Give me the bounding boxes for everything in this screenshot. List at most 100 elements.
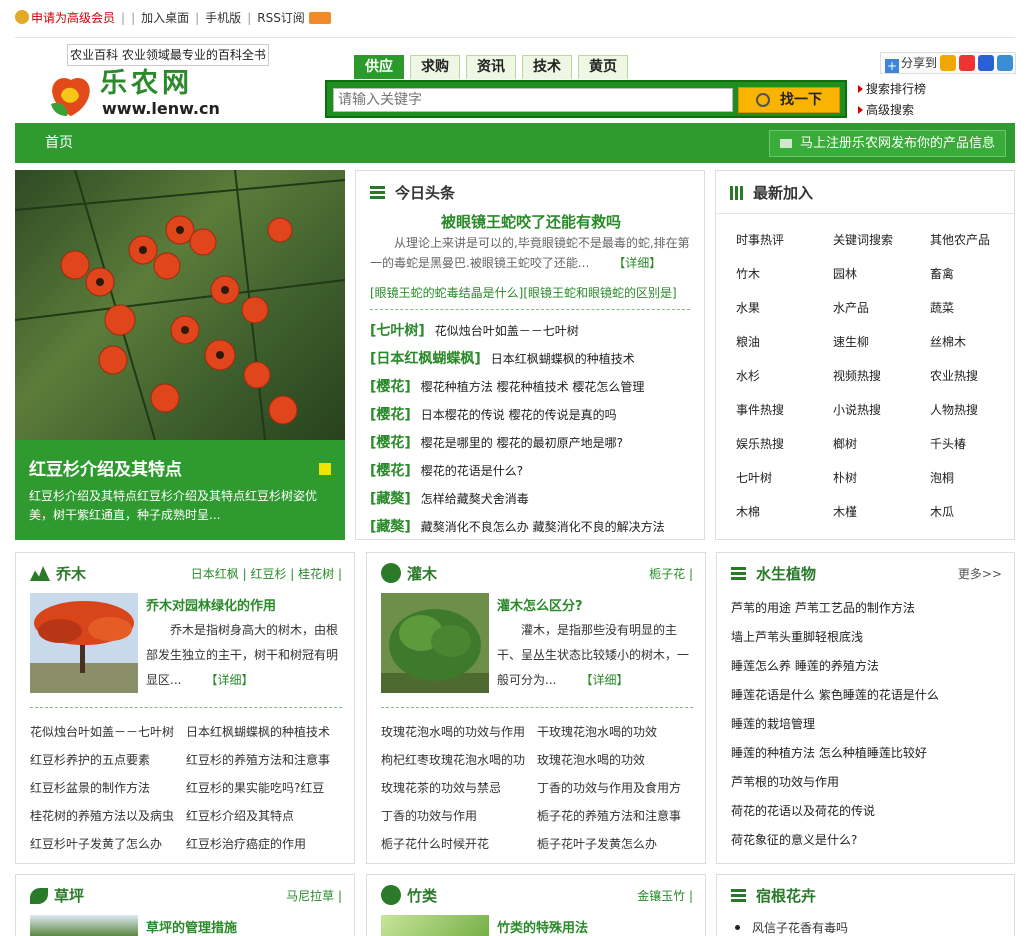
plus-icon[interactable]: + [885, 59, 899, 73]
list-item[interactable]: 丁香的功效与作用 [381, 805, 537, 827]
list-item[interactable]: 栀子花的养殖方法和注意事 [537, 805, 693, 827]
headline-item-tag[interactable]: [樱花] [370, 376, 411, 398]
bamboo-tag-links[interactable]: 金镶玉竹 | [637, 887, 693, 904]
arbor-thumbnail[interactable] [30, 593, 138, 693]
logo-url[interactable]: www.lenw.cn [102, 99, 220, 119]
newest-item[interactable]: 人物热搜 [930, 401, 978, 418]
headline-item-text[interactable]: 怎样给藏獒犬舍消毒 [421, 488, 529, 510]
newest-item[interactable]: 朴树 [833, 469, 857, 486]
newest-item[interactable]: 水杉 [736, 367, 760, 384]
search-ranking-link[interactable]: 搜索排行榜 [866, 79, 926, 100]
list-item[interactable]: 荷花象征的意义是什么? [731, 829, 939, 858]
search-input[interactable] [333, 88, 733, 112]
share-label[interactable]: 分享到 [901, 53, 937, 73]
qzone-icon[interactable] [940, 55, 957, 71]
newest-item[interactable]: 娱乐热搜 [736, 435, 784, 452]
bamboo-thumbnail[interactable] [381, 915, 489, 936]
advanced-search-link[interactable]: 高级搜索 [866, 100, 914, 121]
list-item[interactable]: 干玫瑰花泡水喝的功效 [537, 721, 693, 743]
detail-link[interactable]: 【详细】 [589, 253, 661, 273]
rss-link[interactable]: RSS订阅 [257, 8, 305, 28]
headline-item[interactable]: [樱花] 樱花是哪里的 樱花的最初原产地是哪? [370, 432, 700, 460]
headline-item-text[interactable]: 藏獒消化不良怎么办 藏獒消化不良的解决方法 [421, 516, 665, 538]
newest-item[interactable]: 榔树 [833, 435, 857, 452]
more-link[interactable]: 更多>> [958, 565, 1002, 582]
tencent-icon[interactable] [997, 55, 1014, 71]
bamboo-title-text[interactable]: 竹类 [407, 885, 437, 906]
weibo-icon[interactable] [959, 55, 976, 71]
list-item[interactable]: 丁香的功效与作用及食用方 [537, 777, 693, 799]
headline-item-text[interactable]: 樱花种植方法 樱花种植技术 樱花怎么管理 [421, 376, 645, 398]
perennial-item[interactable]: 风信子花香有毒吗 [735, 919, 848, 936]
newest-item[interactable]: 粮油 [736, 333, 760, 350]
tab-purchase[interactable]: 求购 [410, 55, 460, 79]
newest-item[interactable]: 木棉 [736, 503, 760, 520]
headline-item-text[interactable]: 樱花的花语是什么? [421, 460, 523, 482]
lawn-thumbnail[interactable] [30, 915, 138, 936]
list-item[interactable]: 芦苇的用途 芦苇工艺品的制作方法 [731, 597, 939, 626]
slide-indicator[interactable] [319, 463, 331, 475]
hero-title[interactable]: 红豆杉介绍及其特点 [29, 455, 182, 480]
headline-item-text[interactable]: 日本樱花的传说 樱花的传说是真的吗 [421, 404, 617, 426]
bamboo-news-title[interactable]: 竹类的特殊用法 [497, 917, 588, 936]
list-item[interactable]: 睡莲的种植方法 怎么种植睡莲比较好 [731, 742, 939, 771]
newest-item[interactable]: 水产品 [833, 299, 869, 316]
arbor-news-title[interactable]: 乔木对园林绿化的作用 [146, 595, 276, 614]
list-item[interactable]: 红豆杉治疗癌症的作用 [186, 833, 342, 855]
list-item[interactable]: 日本红枫蝴蝶枫的种植技术 [186, 721, 342, 743]
tab-news[interactable]: 资讯 [466, 55, 516, 79]
list-item[interactable]: 荷花的花语以及荷花的传说 [731, 800, 939, 829]
list-item[interactable]: 玫瑰花泡水喝的功效 [537, 749, 693, 771]
tab-yellowpages[interactable]: 黄页 [578, 55, 628, 79]
logo-icon[interactable] [47, 74, 95, 118]
newest-item[interactable]: 事件热搜 [736, 401, 784, 418]
top-news-title[interactable]: 被眼镜王蛇咬了还能有救吗 [356, 211, 706, 232]
headline-item[interactable]: [藏獒] 藏獒消化不良怎么办 藏獒消化不良的解决方法 [370, 516, 700, 544]
headline-item[interactable]: [日本红枫蝴蝶枫] 日本红枫蝴蝶枫的种植技术 [370, 348, 700, 376]
newest-item[interactable]: 泡桐 [930, 469, 954, 486]
shrub-title-text[interactable]: 灌木 [407, 563, 437, 584]
mobile-link[interactable]: 手机版 [205, 8, 241, 28]
tab-tech[interactable]: 技术 [522, 55, 572, 79]
newest-item[interactable]: 水果 [736, 299, 760, 316]
newest-item[interactable]: 蔬菜 [930, 299, 954, 316]
headline-item-tag[interactable]: [樱花] [370, 432, 411, 454]
newest-item[interactable]: 视频热搜 [833, 367, 881, 384]
headline-item-text[interactable]: 樱花是哪里的 樱花的最初原产地是哪? [421, 432, 623, 454]
perennial-title-text[interactable]: 宿根花卉 [756, 885, 816, 906]
headline-item[interactable]: [藏獒] 怎样给藏獒犬舍消毒 [370, 488, 700, 516]
newest-item[interactable]: 木槿 [833, 503, 857, 520]
newest-item[interactable]: 竹木 [736, 265, 760, 282]
newest-item[interactable]: 千头椿 [930, 435, 966, 452]
list-item[interactable]: 红豆杉盆景的制作方法 [30, 777, 186, 799]
shrub-tag-links[interactable]: 栀子花 | [649, 565, 693, 582]
headline-item[interactable]: [樱花] 日本樱花的传说 樱花的传说是真的吗 [370, 404, 700, 432]
vip-link[interactable]: 申请为高级会员 [31, 8, 115, 28]
list-item[interactable]: 玫瑰花茶的功效与禁忌 [381, 777, 537, 799]
add-desktop-link[interactable]: 加入桌面 [141, 8, 189, 28]
headline-item-tag[interactable]: [樱花] [370, 460, 411, 482]
headline-item-tag[interactable]: [七叶树] [370, 320, 425, 342]
list-item[interactable]: 睡莲的栽培管理 [731, 713, 939, 742]
related-links[interactable]: [眼镜王蛇的蛇毒结晶是什么][眼镜王蛇和眼镜蛇的区别是] [370, 284, 677, 301]
list-item[interactable]: 红豆杉叶子发黄了怎么办 [30, 833, 186, 855]
register-button[interactable]: 马上注册乐农网发布你的产品信息 [768, 130, 1006, 157]
headline-item[interactable]: [樱花] 樱花种植方法 樱花种植技术 樱花怎么管理 [370, 376, 700, 404]
newest-item[interactable]: 速生柳 [833, 333, 869, 350]
list-item[interactable]: 花似烛台叶如盖－－七叶树 [30, 721, 186, 743]
shrub-news-title[interactable]: 灌木怎么区分? [497, 595, 583, 614]
newest-item[interactable]: 其他农产品 [930, 231, 990, 248]
newest-item[interactable]: 木瓜 [930, 503, 954, 520]
detail-link[interactable]: 【详细】 [556, 668, 628, 693]
water-title-text[interactable]: 水生植物 [756, 563, 816, 584]
list-item[interactable]: 栀子花什么时候开花 [381, 833, 537, 855]
headline-item[interactable]: [樱花] 樱花的花语是什么? [370, 460, 700, 488]
newest-item[interactable]: 畜禽 [930, 265, 954, 282]
headline-item-text[interactable]: 花似烛台叶如盖－－七叶树 [435, 320, 579, 342]
list-item[interactable]: 墙上芦苇头重脚轻根底浅 [731, 626, 939, 655]
headline-item-tag[interactable]: [藏獒] [370, 488, 411, 510]
list-item[interactable]: 枸杞红枣玫瑰花泡水喝的功 [381, 749, 537, 771]
tab-supply[interactable]: 供应 [354, 55, 404, 79]
list-item[interactable]: 红豆杉介绍及其特点 [186, 805, 342, 827]
logo-title[interactable]: 乐农网 [100, 68, 193, 100]
